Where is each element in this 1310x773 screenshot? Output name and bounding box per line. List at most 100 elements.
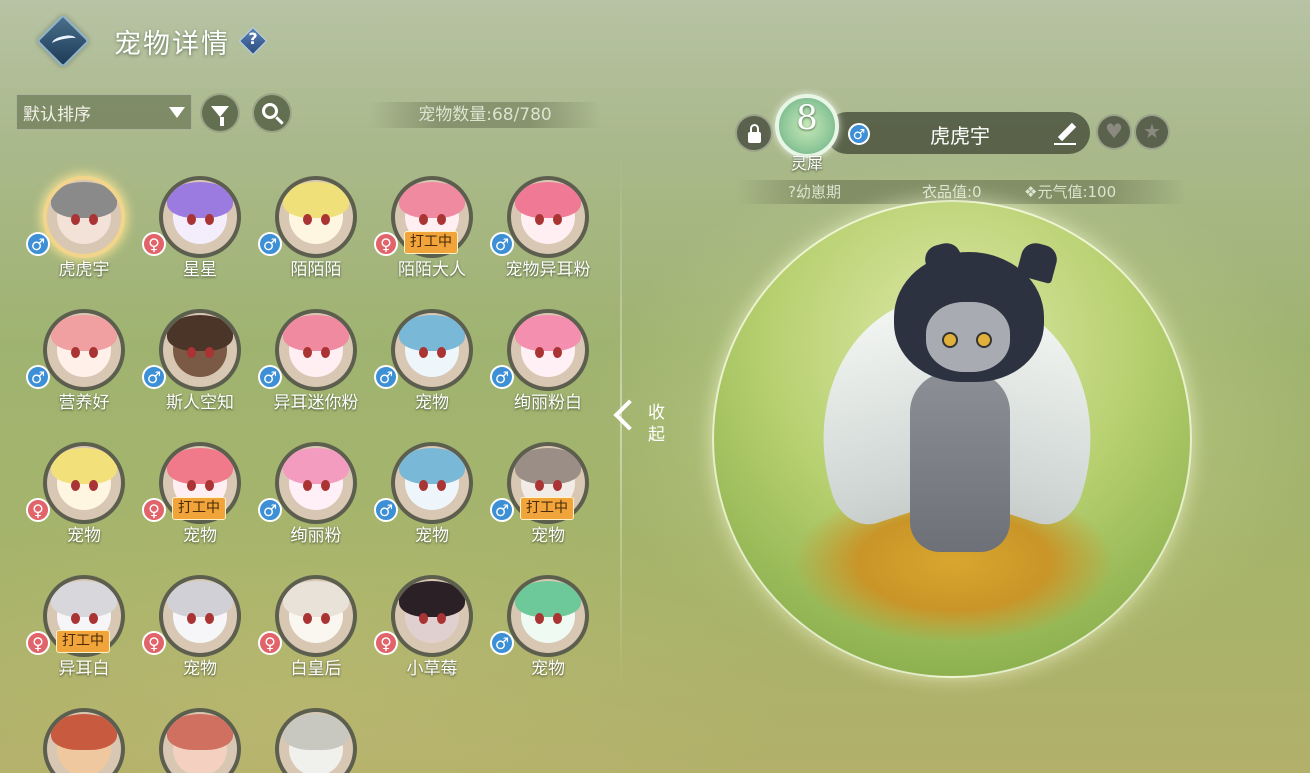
pet-card[interactable]: ♀ 宠物 (26, 442, 142, 572)
male-icon: ♂ (490, 232, 514, 256)
male-icon: ♂ (374, 498, 398, 522)
pet-count: 宠物数量:68/780 (370, 102, 600, 128)
male-icon: ♂ (258, 232, 282, 256)
pet-card-partial[interactable] (258, 708, 374, 773)
pet-avatar (507, 575, 589, 657)
pet-card[interactable]: ♀ 星星 (142, 176, 258, 306)
pet-avatar (275, 176, 357, 258)
pet-avatar (507, 309, 589, 391)
filter-button[interactable] (200, 93, 240, 133)
pet-card-partial[interactable] (142, 708, 258, 773)
female-icon: ♀ (142, 631, 166, 655)
pet-card[interactable]: ♂ 异耳迷你粉 (258, 309, 374, 439)
pet-avatar (159, 708, 241, 773)
pet-name-label: 陌陌大人 (398, 260, 466, 280)
pet-card[interactable]: ♀ 打工中 异耳白 (26, 575, 142, 705)
pet-card[interactable]: ♀ 宠物 (142, 575, 258, 705)
pet-avatar (275, 442, 357, 524)
pet-name-label: 营养好 (58, 393, 110, 413)
female-icon: ♀ (374, 631, 398, 655)
pet-name-label: 虎虎宇 (58, 260, 110, 280)
male-icon: ♂ (374, 365, 398, 389)
pet-name-label: 异耳白 (58, 659, 110, 679)
pet-name-label: 星星 (183, 260, 217, 280)
pet-avatar (159, 176, 241, 258)
pet-name-label: 陌陌陌 (290, 260, 342, 280)
pet-card-partial[interactable] (26, 708, 142, 773)
male-icon: ♂ (258, 498, 282, 522)
pet-avatar (391, 442, 473, 524)
working-badge: 打工中 (56, 630, 110, 653)
male-icon: ♂ (490, 631, 514, 655)
page-header: 宠物详情 ? (36, 14, 268, 68)
pet-avatar (43, 442, 125, 524)
pet-card[interactable]: ♂ 虎虎宇 (26, 176, 142, 306)
pet-avatar (507, 176, 589, 258)
male-icon: ♂ (258, 365, 282, 389)
pet-card[interactable]: ♀ 打工中陌陌大人 (374, 176, 490, 306)
pet-card[interactable]: ♂ 陌陌陌 (258, 176, 374, 306)
male-icon: ♂ (490, 365, 514, 389)
female-icon: ♀ (142, 232, 166, 256)
male-icon: ♂ (26, 365, 50, 389)
sort-dropdown[interactable]: 默认排序 (16, 94, 192, 130)
help-icon[interactable]: ? (238, 26, 268, 56)
search-button[interactable] (252, 93, 292, 133)
working-badge: 打工中 (404, 231, 458, 254)
male-icon: ♂ (490, 498, 514, 522)
pet-name: 虎虎宇 (930, 124, 990, 148)
pet-showcase[interactable] (712, 200, 1192, 678)
pet-card[interactable]: ♀ 白皇后 (258, 575, 374, 705)
pet-name-label: 宠物 (415, 393, 449, 413)
pet-avatar (159, 575, 241, 657)
edit-icon[interactable] (1054, 122, 1078, 146)
working-badge: 打工中 (172, 497, 226, 520)
pet-body (910, 372, 1010, 552)
pet-name-label: 绚丽粉 (290, 526, 342, 546)
female-icon: ♀ (26, 498, 50, 522)
pet-name-label: 宠物 (183, 526, 217, 546)
pet-avatar (275, 708, 357, 773)
pet-card[interactable]: ♂ 宠物 (374, 442, 490, 572)
pet-card[interactable]: ♂ 营养好 (26, 309, 142, 439)
lock-button[interactable] (735, 114, 773, 152)
pet-card[interactable]: ♂ 斯人空知 (142, 309, 258, 439)
chevron-left-icon (613, 399, 645, 431)
pet-card[interactable]: ♂ 宠物 (374, 309, 490, 439)
back-logo-icon[interactable] (36, 14, 90, 68)
pet-card[interactable]: ♀ 打工中宠物 (142, 442, 258, 572)
pet-name-label: 小草莓 (406, 659, 458, 679)
vitality-value: ❖元气值:100 (1024, 183, 1117, 201)
male-icon: ♂ (26, 232, 50, 256)
pet-card[interactable]: ♂ 绚丽粉白 (490, 309, 606, 439)
pet-avatar (275, 309, 357, 391)
female-icon: ♀ (142, 498, 166, 522)
pet-avatar (43, 309, 125, 391)
level-number: 8 (796, 98, 818, 138)
pet-avatar (391, 575, 473, 657)
pet-name-label: 宠物 (531, 526, 565, 546)
pet-card[interactable]: ♂ 打工中宠物 (490, 442, 606, 572)
star-icon[interactable]: ★ (1134, 114, 1170, 150)
female-icon: ♀ (258, 631, 282, 655)
working-badge: 打工中 (520, 497, 574, 520)
pet-card[interactable]: ♂ 宠物异耳粉 (490, 176, 606, 306)
male-icon: ♂ (142, 365, 166, 389)
page-title: 宠物详情 (114, 28, 230, 60)
chevron-down-icon (169, 107, 185, 118)
heart-icon[interactable]: ♥ (1096, 114, 1132, 150)
pet-name-label: 宠物 (415, 526, 449, 546)
pet-card[interactable]: ♂ 绚丽粉 (258, 442, 374, 572)
growth-stage[interactable]: ?幼崽期 (788, 180, 841, 204)
male-icon: ♂ (848, 123, 870, 145)
pet-name-label: 异耳迷你粉 (273, 393, 359, 413)
female-icon: ♀ (374, 232, 398, 256)
pet-face (926, 302, 1010, 372)
pet-card[interactable]: ♂ 宠物 (490, 575, 606, 705)
collapse-label: 收起 (648, 403, 665, 445)
pet-name-label: 宠物 (67, 526, 101, 546)
pet-avatar (391, 309, 473, 391)
pet-avatar (159, 309, 241, 391)
pet-card[interactable]: ♀ 小草莓 (374, 575, 490, 705)
collapse-button[interactable]: 收起 (612, 398, 672, 448)
